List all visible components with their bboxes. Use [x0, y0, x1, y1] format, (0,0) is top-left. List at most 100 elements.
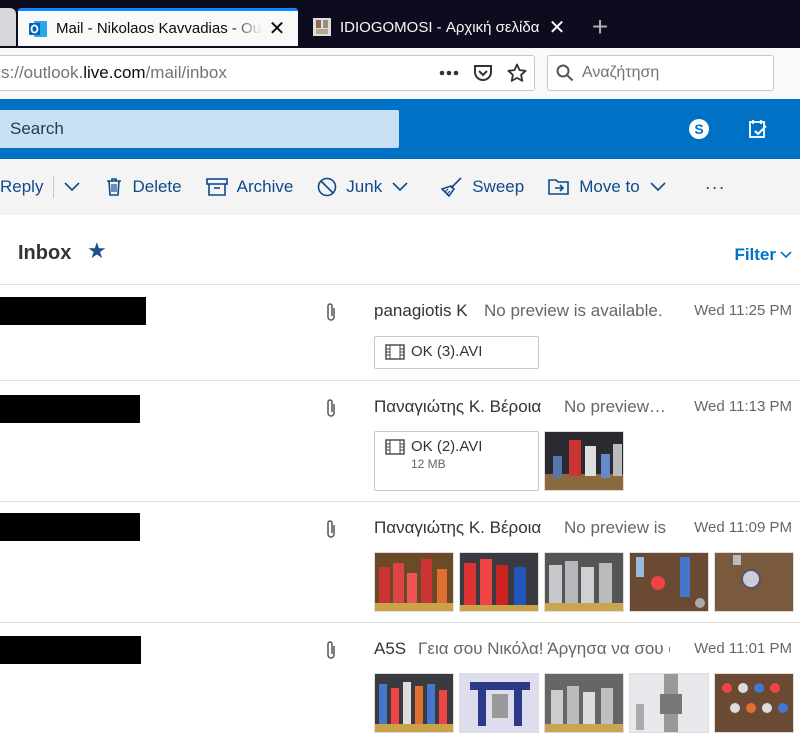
- archive-label: Archive: [236, 177, 294, 196]
- paperclip-icon: [327, 303, 335, 321]
- search-icon: [556, 64, 574, 82]
- outlook-header: Search S: [0, 99, 800, 159]
- reply-options-button[interactable]: [64, 159, 89, 215]
- image-thumbnail[interactable]: [714, 673, 794, 733]
- block-icon: [317, 177, 337, 197]
- browser-search-box[interactable]: Αναζήτηση: [547, 55, 774, 91]
- message-item[interactable]: Παναγιώτης Κ. Βέροια No preview is avail…: [0, 502, 800, 623]
- url-bar[interactable]: s://outlook.live.com/mail/inbox: [0, 55, 535, 91]
- junk-label: Junk: [346, 177, 383, 196]
- todo-icon[interactable]: [745, 116, 771, 142]
- message-preview: No preview is available.: [564, 518, 668, 537]
- archive-button[interactable]: Archive: [205, 159, 294, 215]
- search-placeholder: Αναζήτηση: [582, 64, 660, 81]
- thumbnail-strip: [374, 673, 800, 733]
- sweep-button[interactable]: Sweep: [441, 159, 524, 215]
- message-time: Wed 11:13 PM: [694, 398, 792, 415]
- redacted-avatar: [0, 636, 141, 664]
- page-actions-icon[interactable]: [432, 56, 466, 90]
- image-thumbnail[interactable]: [544, 552, 624, 612]
- delete-button[interactable]: Delete: [105, 159, 182, 215]
- message-time: Wed 11:25 PM: [694, 302, 792, 319]
- attachment-size: 12 MB: [411, 457, 446, 471]
- message-sender: panagiotis K: [374, 301, 468, 320]
- site-icon: [313, 18, 331, 36]
- attachment-name: OK (3).AVI: [411, 343, 483, 360]
- message-time: Wed 11:01 PM: [694, 640, 792, 657]
- previous-tab-edge[interactable]: [0, 8, 16, 46]
- paperclip-icon: [327, 399, 335, 417]
- tab-title: Mail - Nikolaos Kavvadias - Outlook: [56, 20, 262, 37]
- video-file-icon: [385, 438, 405, 455]
- attachment-name: OK (2).AVI: [411, 438, 483, 455]
- more-label: ···: [704, 176, 726, 197]
- skype-icon[interactable]: S: [686, 116, 712, 142]
- close-tab-icon[interactable]: ✕: [266, 18, 288, 40]
- image-thumbnail[interactable]: [459, 673, 539, 733]
- message-sender: A5S: [374, 639, 407, 658]
- filter-button[interactable]: Filter: [734, 245, 792, 265]
- attachment-card[interactable]: OK (3).AVI: [374, 336, 539, 369]
- image-thumbnail[interactable]: [714, 552, 794, 612]
- video-file-icon: [385, 343, 405, 360]
- chevron-down-icon: [392, 182, 408, 192]
- junk-button[interactable]: Junk: [317, 159, 417, 215]
- message-item[interactable]: Παναγιώτης Κ. Βέροια No preview is avail…: [0, 381, 800, 502]
- mail-search-input[interactable]: Search: [0, 110, 399, 148]
- tab-outlook-mail[interactable]: Mail - Nikolaos Kavvadias - Outlook ✕: [18, 8, 298, 46]
- folder-title: Inbox: [18, 242, 72, 264]
- thumbnail-strip: [374, 552, 800, 612]
- url-domain: live.com: [83, 63, 146, 82]
- image-thumbnail[interactable]: [629, 673, 709, 733]
- broom-icon: [441, 177, 462, 197]
- image-thumbnail[interactable]: [629, 552, 709, 612]
- tab-title: IDIOGOMOSI - Αρχική σελίδα: [340, 18, 540, 36]
- bookmark-star-icon[interactable]: [500, 56, 534, 90]
- chevron-down-icon: [64, 182, 81, 192]
- archive-icon: [205, 178, 228, 196]
- move-to-label: Move to: [579, 177, 640, 196]
- new-tab-icon[interactable]: +: [584, 11, 616, 42]
- chevron-down-icon: [780, 251, 792, 259]
- message-preview: Γεια σου Νικόλα! Άργησα να σου απαντήσω: [418, 639, 670, 658]
- sweep-label: Sweep: [472, 177, 525, 196]
- message-preview: No preview is available.: [564, 397, 668, 416]
- pocket-icon[interactable]: [466, 56, 500, 90]
- redacted-avatar: [0, 297, 146, 325]
- delete-label: Delete: [132, 177, 182, 196]
- message-item[interactable]: panagiotis K No preview is available. We…: [0, 285, 800, 381]
- outlook-icon: [29, 20, 47, 37]
- message-sender: Παναγιώτης Κ. Βέροια: [374, 397, 542, 416]
- url-path: /mail/inbox: [145, 63, 227, 82]
- command-bar: Reply Delete Archive Junk Sweep Move to …: [0, 159, 800, 215]
- chevron-down-icon: [650, 182, 666, 192]
- image-thumbnail[interactable]: [544, 673, 624, 733]
- image-thumbnail[interactable]: [544, 431, 624, 491]
- paperclip-icon: [327, 641, 335, 659]
- tab-idiogomosi[interactable]: IDIOGOMOSI - Αρχική σελίδα ✕: [302, 8, 578, 46]
- message-time: Wed 11:09 PM: [694, 519, 792, 536]
- paperclip-icon: [327, 520, 335, 538]
- favorite-star-icon[interactable]: ★: [87, 238, 107, 264]
- attachment-card[interactable]: OK (2).AVI 12 MB: [374, 431, 539, 491]
- url-prefix: s://outlook.: [1, 63, 84, 82]
- image-thumbnail[interactable]: [374, 552, 454, 612]
- more-options-button[interactable]: ···: [705, 159, 726, 215]
- move-to-button[interactable]: Move to: [548, 159, 674, 215]
- reply-button[interactable]: Reply: [0, 159, 43, 215]
- close-tab-icon[interactable]: ✕: [546, 16, 568, 39]
- svg-text:S: S: [694, 121, 703, 137]
- browser-nav-bar: s://outlook.live.com/mail/inbox Αναζήτησ…: [0, 48, 800, 100]
- image-thumbnail[interactable]: [459, 552, 539, 612]
- reply-label: Reply: [0, 177, 44, 196]
- filter-label: Filter: [734, 245, 776, 264]
- browser-tab-strip: Mail - Nikolaos Kavvadias - Outlook ✕ ID…: [0, 0, 800, 55]
- message-sender: Παναγιώτης Κ. Βέροια: [374, 518, 542, 537]
- redacted-avatar: [0, 513, 140, 541]
- mail-search-placeholder: Search: [10, 119, 64, 138]
- message-preview: No preview is available.: [484, 301, 663, 320]
- url-text[interactable]: s://outlook.live.com/mail/inbox: [0, 63, 432, 83]
- image-thumbnail[interactable]: [374, 673, 454, 733]
- message-item[interactable]: A5S Γεια σου Νικόλα! Άργησα να σου απαντ…: [0, 623, 800, 750]
- redacted-avatar: [0, 395, 140, 423]
